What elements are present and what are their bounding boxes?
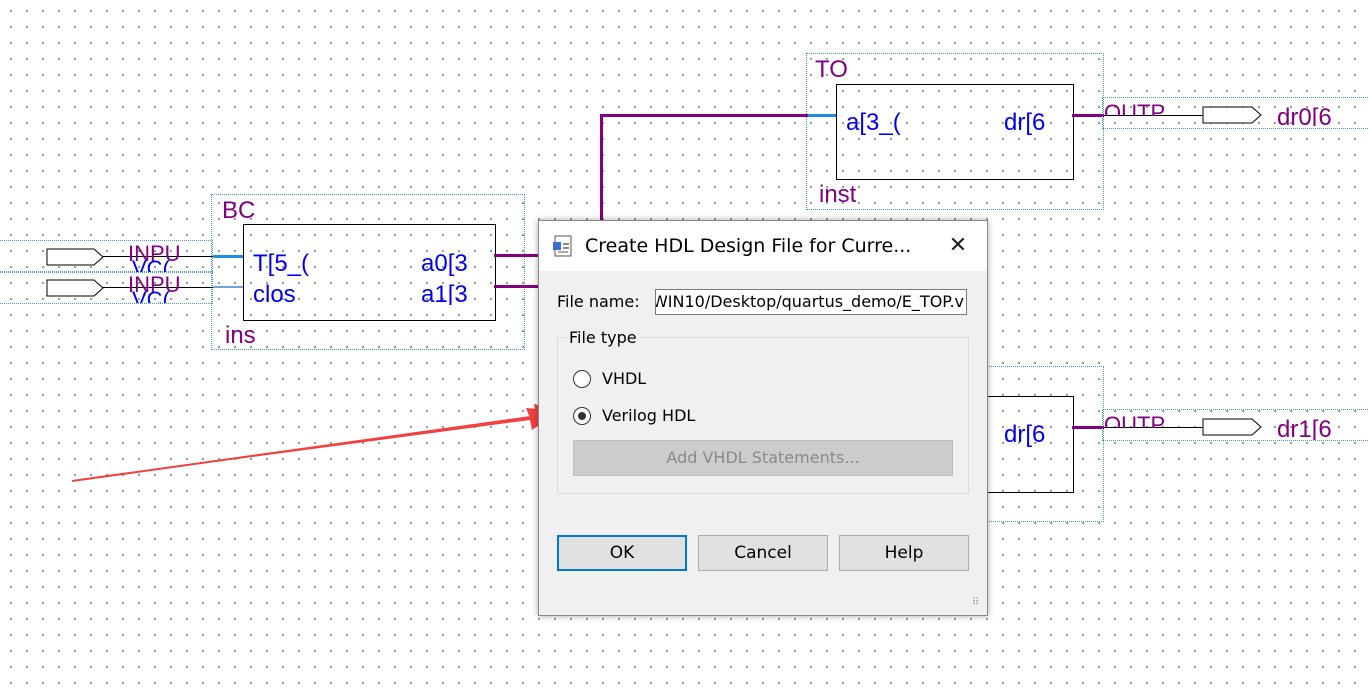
wire-to-top-horizontal[interactable] (600, 114, 808, 117)
bottom-out-port-wire (1072, 426, 1104, 429)
input-pin-1[interactable] (46, 248, 106, 266)
dialog-title: Create HDL Design File for Curre... (585, 235, 912, 257)
resize-grip-icon[interactable]: ⠿ (972, 598, 984, 612)
create-hdl-dialog[interactable]: Create HDL Design File for Curre... ✕ Fi… (538, 220, 988, 616)
output-pin-2[interactable] (1202, 418, 1264, 436)
bc-port-a1: a1[3 (421, 283, 468, 305)
bc-port-clos: clos (253, 283, 296, 305)
top-symbol-title: TO (815, 58, 848, 80)
hdl-file-icon (553, 235, 572, 257)
bc-inst-label: ins (225, 324, 256, 344)
dialog-titlebar[interactable]: Create HDL Design File for Curre... ✕ (539, 221, 987, 271)
verilog-radio[interactable] (573, 407, 591, 425)
bottom-port-dr: dr[6 (1004, 423, 1046, 447)
vhdl-radio[interactable] (573, 370, 591, 388)
file-name-input[interactable]: C:/Users/WIN10/Desktop/quartus_demo/E_TO… (655, 289, 967, 315)
cancel-button[interactable]: Cancel (698, 535, 828, 571)
bc-symbol-title: BC (222, 199, 256, 221)
output-pin-1-type: OUTP (1104, 102, 1166, 116)
wire-to-top-vertical[interactable] (600, 114, 603, 222)
top-in-port-wire (808, 114, 836, 117)
vhdl-radio-label[interactable]: VHDL (602, 369, 646, 389)
input-pin-1-value: VC( (132, 258, 170, 272)
top-port-a: a[3_( (846, 111, 901, 135)
output-pin-2-type: OUTP (1104, 414, 1166, 428)
output-pin-2-name: dr1[6 (1277, 418, 1332, 440)
help-button[interactable]: Help (839, 535, 969, 571)
output-pin-1[interactable] (1202, 106, 1264, 124)
add-vhdl-statements-button[interactable]: Add VHDL Statements... (573, 440, 953, 476)
verilog-radio-label[interactable]: Verilog HDL (602, 406, 695, 426)
bc-in-port-wire-1 (213, 255, 243, 258)
input-pin-2[interactable] (46, 279, 106, 297)
file-type-label: File type (567, 328, 639, 348)
top-inst-label: inst (819, 183, 857, 204)
wire-a0-out[interactable] (494, 254, 538, 257)
top-port-dr: dr[6 (1004, 111, 1046, 135)
file-name-value: C:/Users/WIN10/Desktop/quartus_demo/E_TO… (656, 292, 964, 311)
bc-port-t: T[5_( (253, 252, 310, 276)
wire-a1-out[interactable] (494, 285, 538, 288)
bc-in-port-wire-2 (213, 286, 243, 288)
verilog-radio-dot (578, 412, 586, 420)
bc-port-a0: a0[3 (421, 252, 468, 276)
top-out-port-wire (1072, 114, 1104, 117)
close-icon[interactable]: ✕ (943, 233, 973, 259)
file-name-label: File name: (557, 292, 640, 311)
output-pin-1-name: dr0[6 (1277, 106, 1332, 126)
input-pin-2-value: VC( (132, 289, 170, 303)
ok-button[interactable]: OK (557, 535, 687, 571)
annotation-arrow (71, 404, 562, 482)
